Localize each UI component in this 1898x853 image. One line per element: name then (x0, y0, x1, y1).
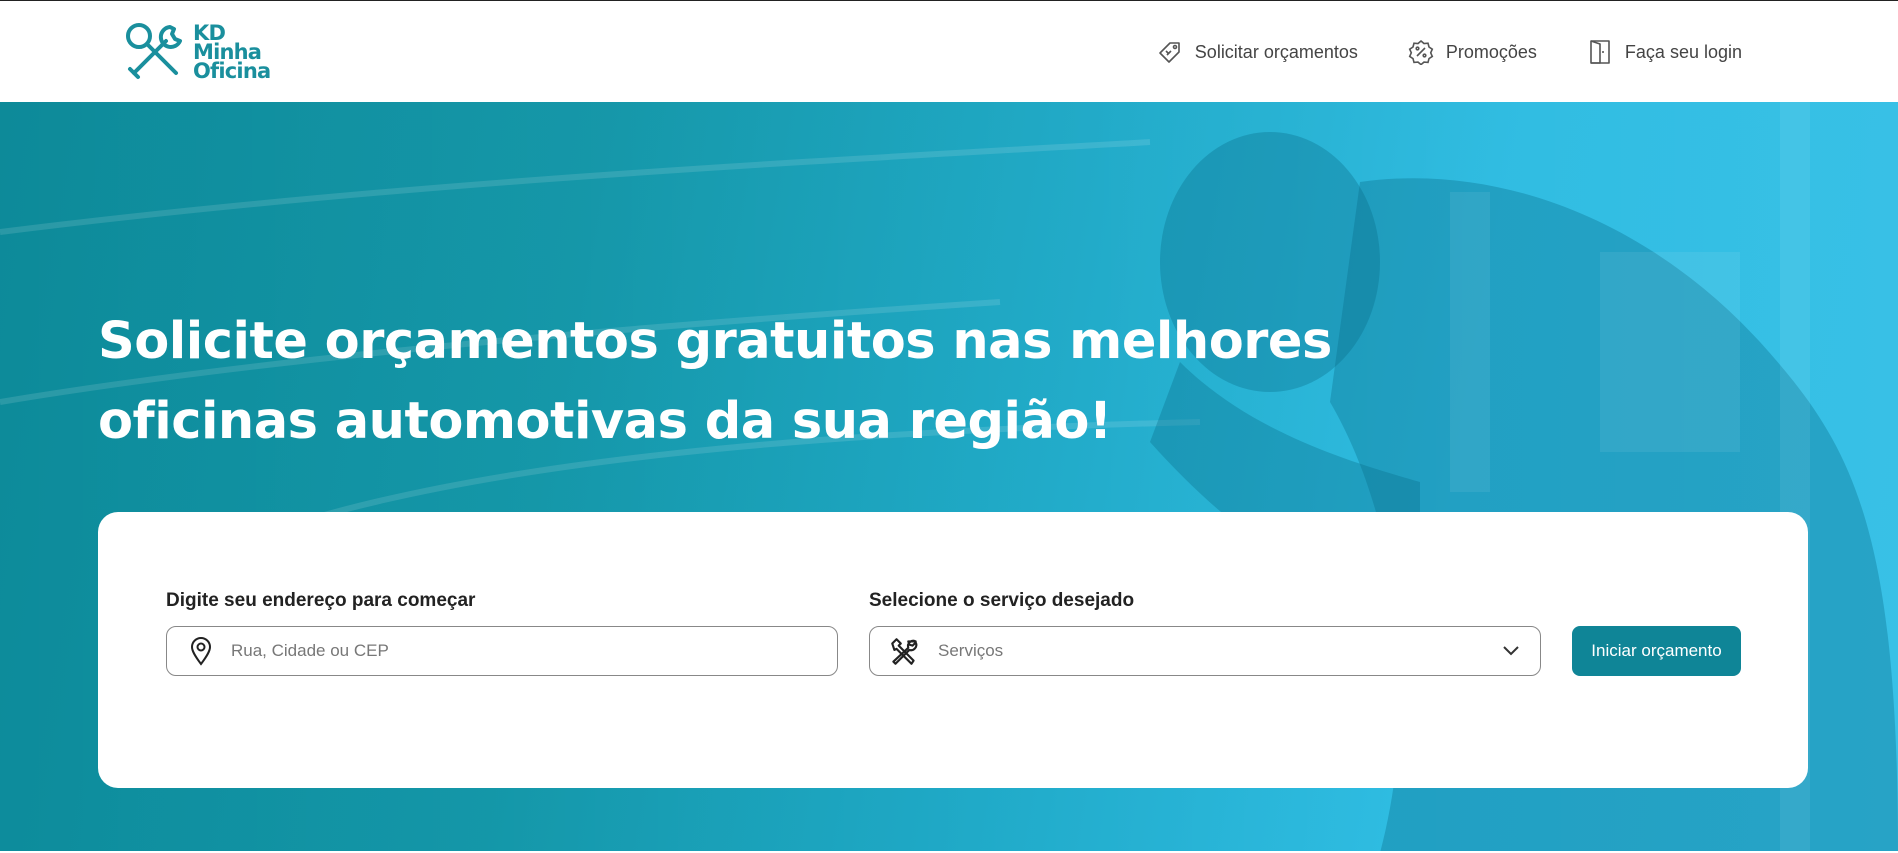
nav-login[interactable]: Faça seu login (1587, 39, 1742, 65)
hero-title-line-1: Solicite orçamentos gratuitos nas melhor… (98, 312, 1332, 371)
nav-request-quotes-label: Solicitar orçamentos (1194, 41, 1358, 62)
quote-search-card: Digite seu endereço para começar Selecio… (98, 512, 1808, 788)
address-input-wrapper[interactable] (166, 626, 838, 676)
brand-logo[interactable]: KD Minha Oficina (122, 21, 271, 83)
nav-login-label: Faça seu login (1624, 41, 1742, 62)
location-pin-icon (190, 637, 212, 666)
chevron-down-icon (1503, 646, 1519, 656)
start-quote-button[interactable]: Iniciar orçamento (1572, 626, 1741, 676)
site-header: KD Minha Oficina Solicitar orçamentos Pr… (0, 0, 1898, 102)
main-nav: Solicitar orçamentos Promoções Faça seu … (1157, 39, 1742, 65)
nav-promotions-label: Promoções (1445, 41, 1537, 62)
tools-icon (891, 638, 918, 665)
service-select-value: Serviços (938, 641, 1004, 660)
service-select[interactable]: Serviços (869, 626, 1541, 676)
tools-logo-icon (126, 23, 182, 79)
address-input[interactable] (231, 641, 791, 661)
hero-title-line-2: oficinas automotivas da sua região! (98, 392, 1112, 451)
nav-request-quotes[interactable]: Solicitar orçamentos (1157, 39, 1358, 65)
discount-badge-icon (1408, 39, 1434, 65)
nav-promotions[interactable]: Promoções (1408, 39, 1537, 65)
hero-title: Solicite orçamentos gratuitos nas melhor… (98, 302, 1398, 462)
service-field-label: Selecione o serviço desejado (869, 590, 1135, 611)
address-field-label: Digite seu endereço para começar (166, 590, 476, 611)
door-login-icon (1590, 40, 1610, 64)
brand-line-3: Oficina (193, 58, 271, 83)
price-tag-icon (1158, 42, 1180, 63)
brand-wordmark: KD Minha Oficina (193, 22, 271, 83)
